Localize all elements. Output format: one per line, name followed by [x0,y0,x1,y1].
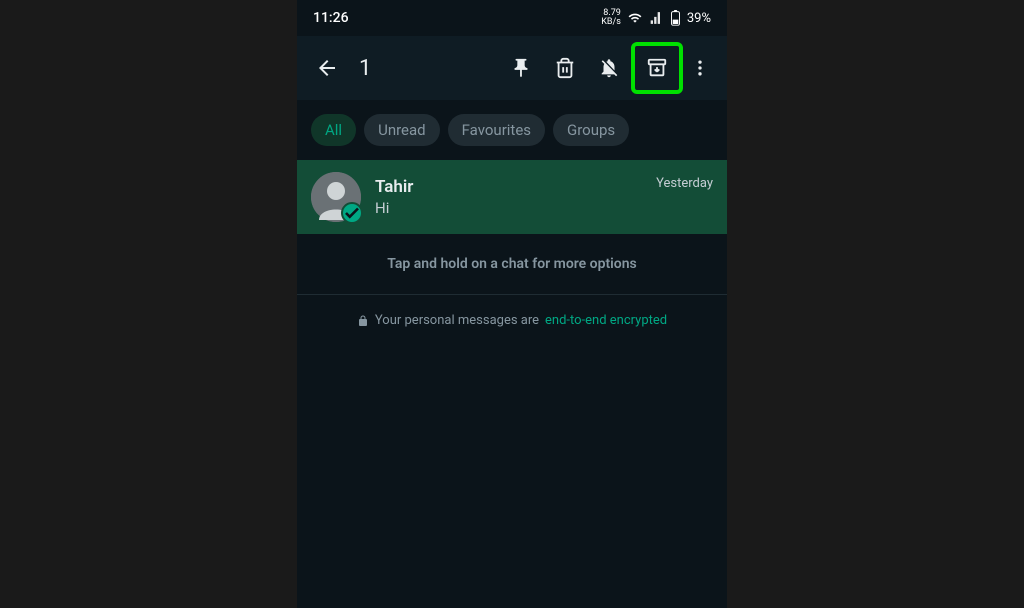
archive-icon [646,57,668,79]
filter-groups[interactable]: Groups [553,114,629,146]
hint-text: Tap and hold on a chat for more options [297,234,727,295]
selected-check-icon [341,202,363,224]
filter-favourites[interactable]: Favourites [448,114,545,146]
chat-timestamp: Yesterday [656,176,713,191]
encryption-notice: Your personal messages are end-to-end en… [297,295,727,346]
signal-icon [649,11,664,25]
encryption-prefix: Your personal messages are [375,313,539,328]
back-button[interactable] [311,56,343,80]
archive-button[interactable] [637,48,677,88]
selection-count: 1 [359,56,371,81]
filter-chips: All Unread Favourites Groups [297,100,727,160]
more-vert-icon [690,58,710,78]
trash-icon [554,57,576,79]
lock-icon [357,315,369,327]
wifi-icon [627,11,643,25]
status-time: 11:26 [313,10,349,26]
delete-button[interactable] [543,46,587,90]
network-speed: 8.79 KB/s [601,9,621,27]
chat-last-message: Hi [375,199,656,217]
chat-name: Tahir [375,177,656,197]
archive-highlight [631,42,683,94]
selection-toolbar: 1 [297,36,727,100]
filter-all[interactable]: All [311,114,356,146]
battery-percent: 39% [687,11,711,26]
pin-icon [510,57,532,79]
status-bar: 11:26 8.79 KB/s 39% [297,0,727,36]
chat-row-selected[interactable]: Tahir Hi Yesterday [297,160,727,234]
more-button[interactable] [683,46,717,90]
avatar [311,172,361,222]
chat-text: Tahir Hi [375,177,656,217]
status-right: 8.79 KB/s 39% [601,9,711,27]
mute-button[interactable] [587,46,631,90]
pin-button[interactable] [499,46,543,90]
bell-off-icon [598,57,620,79]
encryption-link[interactable]: end-to-end encrypted [545,313,667,328]
filter-unread[interactable]: Unread [364,114,440,146]
battery-icon [670,10,681,26]
phone-frame: 11:26 8.79 KB/s 39% 1 [297,0,727,608]
